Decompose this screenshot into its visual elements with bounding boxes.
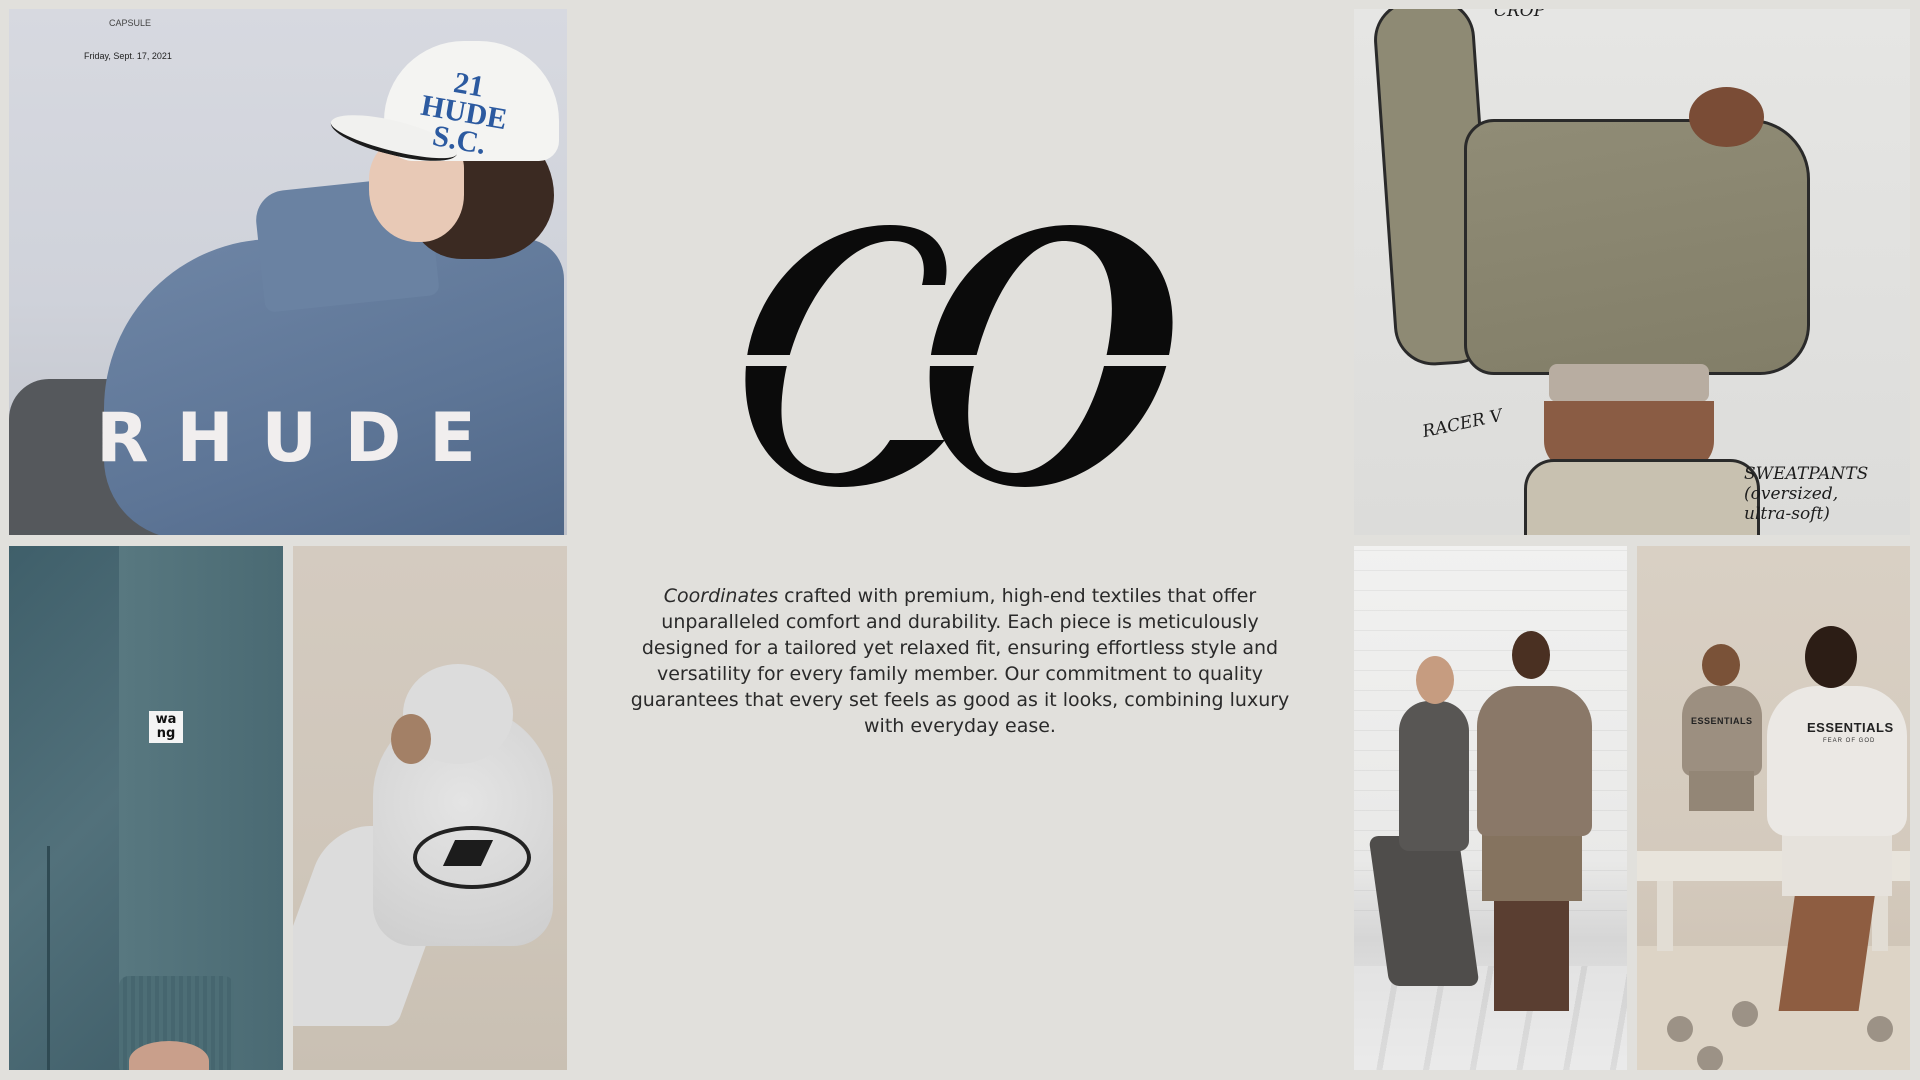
hoodie-logo-graphic xyxy=(413,826,531,889)
wang-label: wa ng xyxy=(149,711,183,743)
sand-sphere xyxy=(1867,1016,1893,1042)
hair-shape xyxy=(391,714,431,764)
teen-legs-shape xyxy=(1778,891,1876,1011)
description-body: crafted with premium, high-end textiles … xyxy=(630,585,1290,737)
man-shorts-shape xyxy=(1482,831,1582,901)
man-hoodie-shape xyxy=(1477,686,1592,836)
logo-cut-band xyxy=(740,355,1180,366)
essentials-small-text: ESSENTIALS xyxy=(1691,716,1753,726)
family-photo xyxy=(1354,546,1627,1070)
note-sweatpants: SWEATPANTS (oversized, ultra-soft) xyxy=(1744,464,1869,524)
cropped-sweatshirt-shape xyxy=(1464,119,1810,375)
sand-sphere xyxy=(1732,1001,1758,1027)
sand-sphere xyxy=(1667,1016,1693,1042)
sketch-sweatshirt-photo: CROP RACER V SWEATPANTS (oversized, ultr… xyxy=(1354,9,1910,535)
teen-hoodie-shape xyxy=(1767,686,1907,836)
note-racer: RACER V xyxy=(1420,405,1505,443)
bench-leg xyxy=(1657,881,1673,951)
teal-sweatsuit-photo: wa ng xyxy=(9,546,283,1070)
brand-logo xyxy=(740,225,1180,487)
description-paragraph: Coordinates crafted with premium, high-e… xyxy=(622,583,1298,739)
capsule-label: CAPSULE xyxy=(109,18,152,28)
woman-sweatshirt-shape xyxy=(1399,701,1469,851)
child-hoodie-shape xyxy=(1682,686,1762,776)
note-crop: CROP xyxy=(1494,9,1546,21)
man-legs-shape xyxy=(1494,901,1569,1011)
rhude-photo: 21 HUDE S.C. CAPSULE Friday, Sept. 17, 2… xyxy=(9,9,567,535)
woman-head-shape xyxy=(1416,656,1454,704)
essentials-kids-photo: ESSENTIALS ESSENTIALS FEAR OF GOD xyxy=(1637,546,1910,1070)
essentials-sub-text: FEAR OF GOD xyxy=(1823,738,1876,744)
date-label: Friday, Sept. 17, 2021 xyxy=(84,51,172,61)
child-shorts-shape xyxy=(1689,771,1754,811)
man-head-shape xyxy=(1512,631,1550,679)
teen-head-shape xyxy=(1805,626,1857,688)
sweatpants-shape xyxy=(1524,459,1760,535)
racer-top-shape xyxy=(1549,364,1709,402)
child-head-shape xyxy=(1702,644,1740,686)
hand-shape xyxy=(1689,87,1764,147)
essentials-large-text: ESSENTIALS xyxy=(1807,720,1894,735)
grey-hoodie-photo xyxy=(293,546,567,1070)
description-lead: Coordinates xyxy=(663,585,779,607)
pocket-seam xyxy=(47,846,50,1070)
rhude-brand-text: RHUDE xyxy=(96,399,504,478)
teen-shorts-shape xyxy=(1782,826,1892,896)
sand-floor xyxy=(1637,946,1910,1070)
sand-sphere xyxy=(1697,1046,1723,1070)
